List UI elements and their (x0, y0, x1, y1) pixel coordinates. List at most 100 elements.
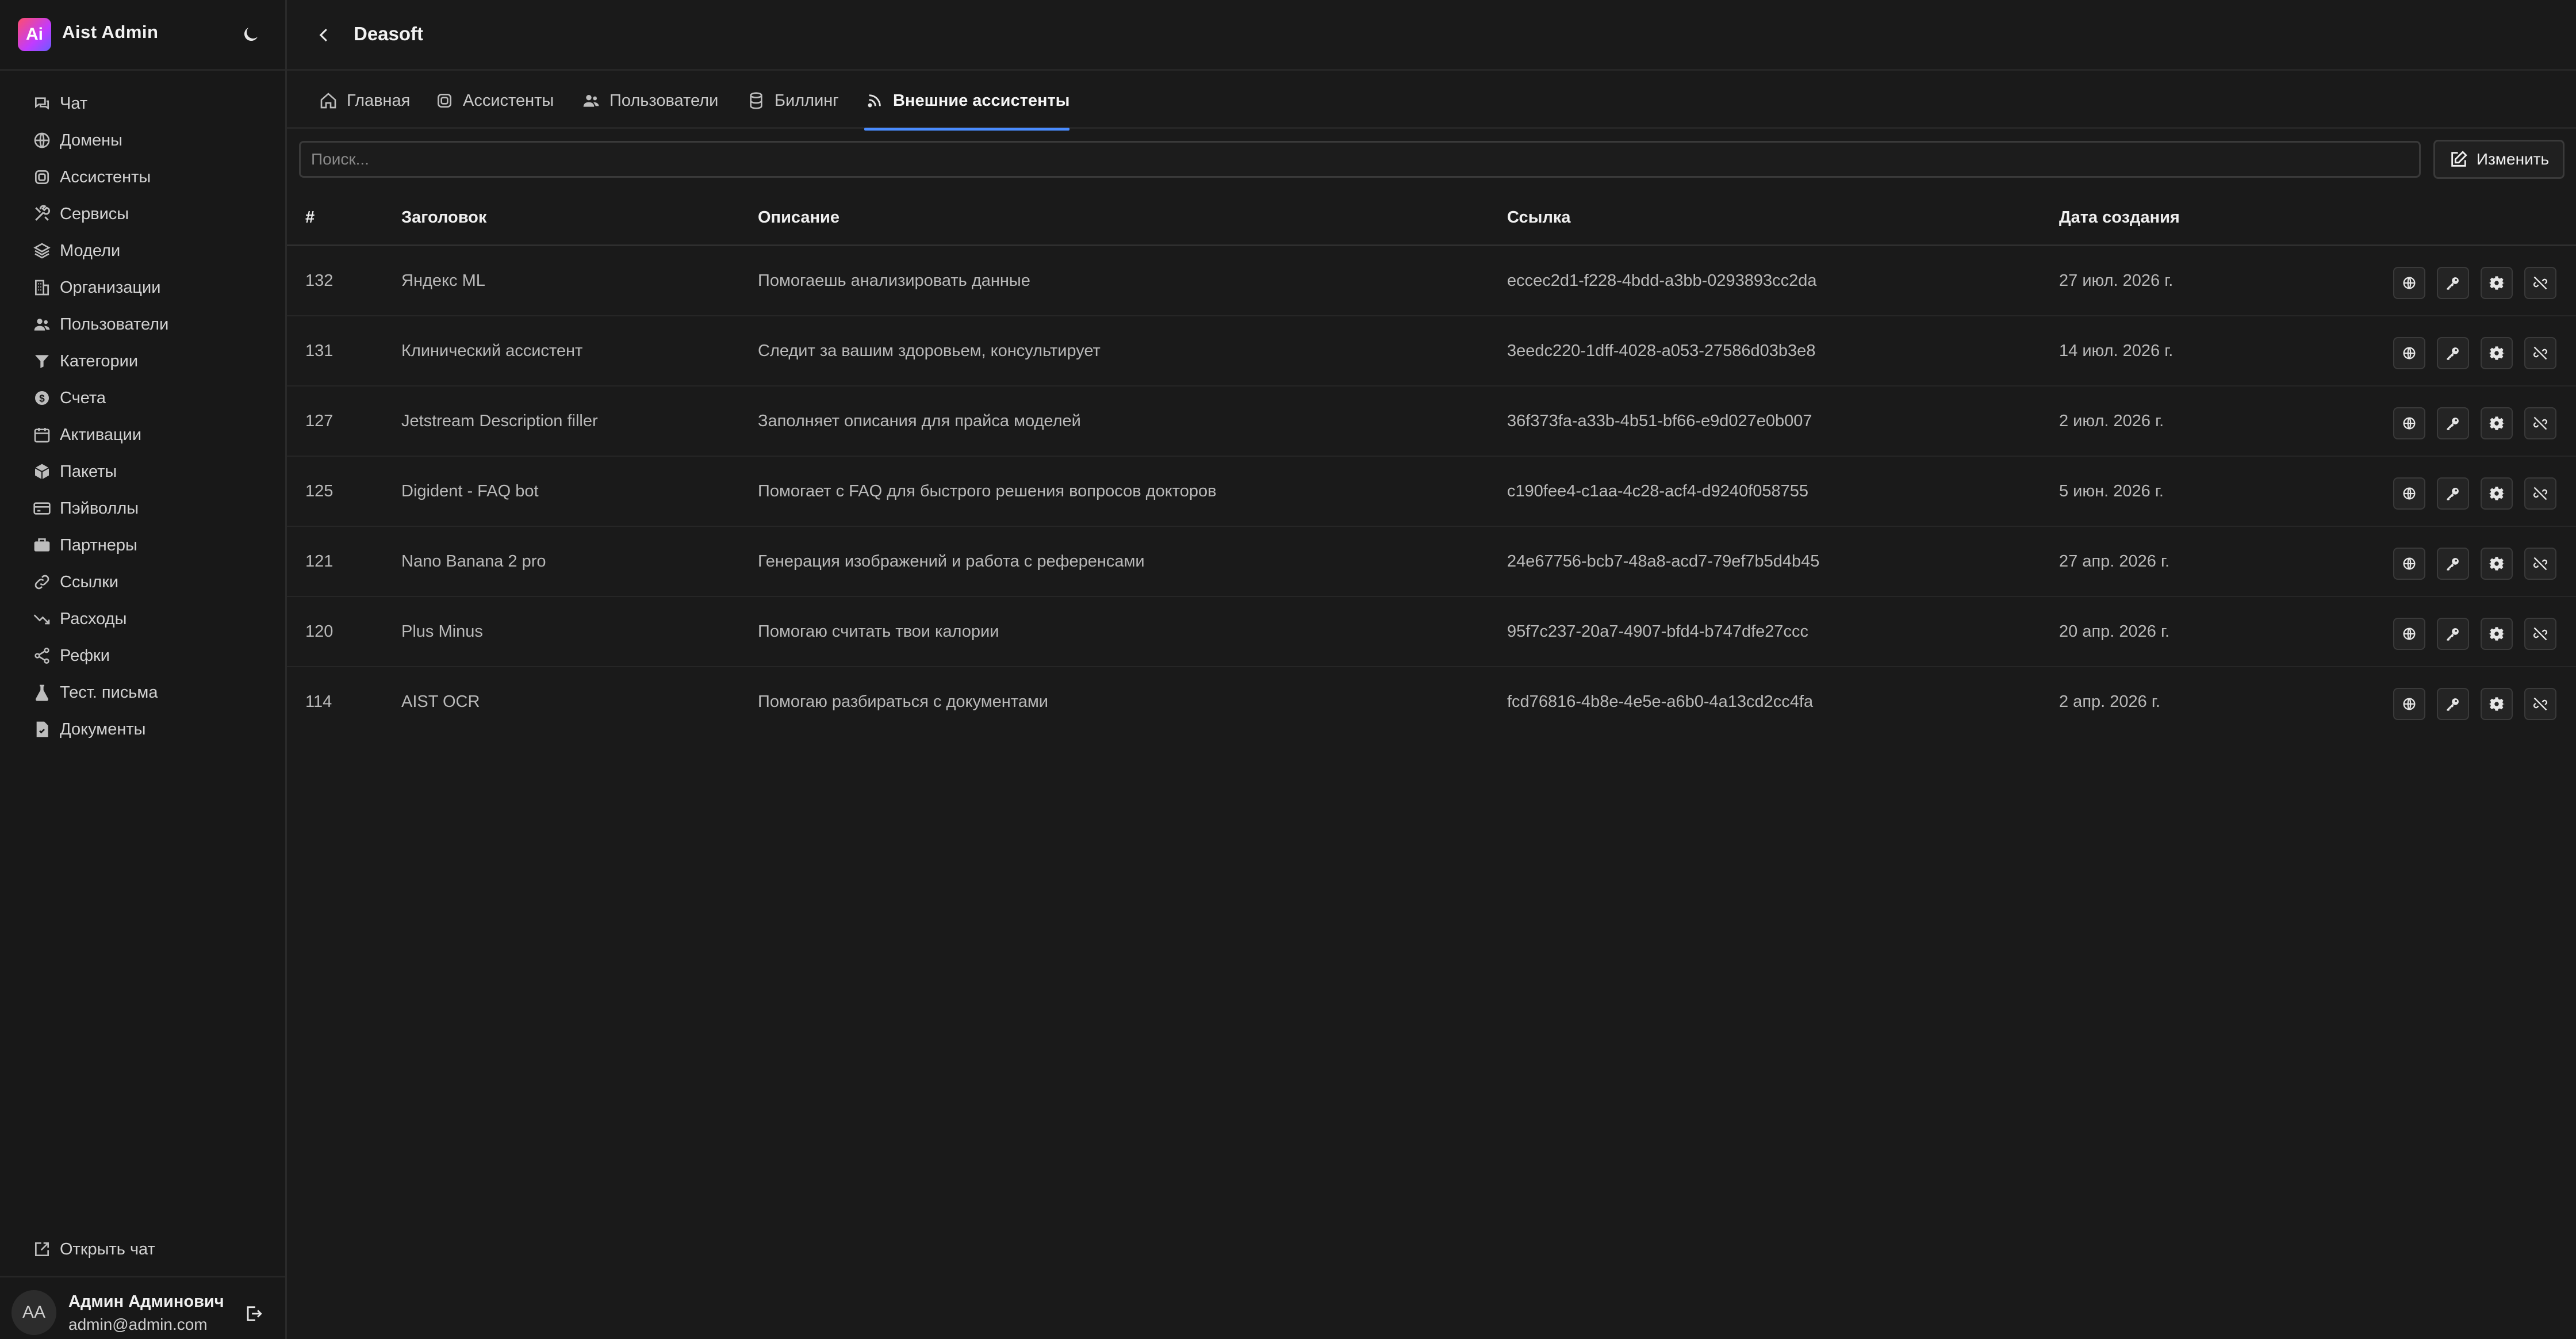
tab-external-assistants[interactable]: Внешние ассистенты (864, 72, 1070, 131)
sidebar-item-referrals[interactable]: Рефки (0, 637, 285, 674)
sidebar-item-test-emails[interactable]: Тест. письма (0, 674, 285, 711)
sidebar-item-label: Категории (60, 351, 139, 370)
key-button[interactable] (2437, 267, 2469, 299)
row-actions (2393, 267, 2568, 299)
trend-down-icon (31, 608, 53, 630)
settings-button[interactable] (2481, 618, 2513, 650)
key-button[interactable] (2437, 548, 2469, 580)
tab-home[interactable]: Главная (318, 72, 410, 129)
globe-icon (2403, 417, 2416, 430)
tab-users[interactable]: Пользователи (581, 72, 718, 129)
unlink-button[interactable] (2524, 618, 2556, 650)
globe-button[interactable] (2393, 688, 2425, 720)
gear-icon (2489, 487, 2505, 500)
table-row[interactable]: 121 Nano Banana 2 pro Генерация изображе… (287, 527, 2576, 597)
settings-button[interactable] (2481, 267, 2513, 299)
globe-icon (2403, 628, 2416, 640)
column-header-title: Заголовок (401, 208, 487, 227)
table-row[interactable]: 131 Клинический ассистент Следит за ваши… (287, 316, 2576, 387)
sidebar-item-partners[interactable]: Партнеры (0, 527, 285, 564)
avatar[interactable]: AA (12, 1290, 56, 1335)
sidebar-item-chat[interactable]: Чат (0, 85, 285, 122)
sidebar-item-activations[interactable]: Активации (0, 416, 285, 453)
table-row[interactable]: 125 Digident - FAQ bot Помогает с FAQ дл… (287, 457, 2576, 527)
sidebar-item-label: Домены (60, 131, 123, 150)
users-icon (581, 90, 601, 111)
home-icon (318, 90, 339, 111)
sidebar-item-invoices[interactable]: $ Счета (0, 380, 285, 416)
tab-assistants[interactable]: Ассистенты (434, 72, 554, 129)
settings-button[interactable] (2481, 548, 2513, 580)
globe-button[interactable] (2393, 267, 2425, 299)
sidebar-item-label: Организации (60, 278, 161, 297)
unlink-button[interactable] (2524, 477, 2556, 510)
sidebar-item-organizations[interactable]: Организации (0, 269, 285, 306)
sidebar-item-paywalls[interactable]: Пэйволлы (0, 490, 285, 527)
brand-header: Ai Aist Admin (0, 0, 285, 71)
unlink-button[interactable] (2524, 407, 2556, 439)
sidebar-item-label: Партнеры (60, 535, 137, 554)
cell-created: 20 апр. 2026 г. (2059, 622, 2170, 641)
sidebar-item-packages[interactable]: Пакеты (0, 453, 285, 490)
key-button[interactable] (2437, 477, 2469, 510)
cpu-icon (31, 166, 53, 188)
sidebar-item-assistants[interactable]: Ассистенты (0, 159, 285, 196)
unlink-button[interactable] (2524, 267, 2556, 299)
gear-icon (2489, 346, 2505, 360)
table-row[interactable]: 132 Яндекс ML Помогаешь анализировать да… (287, 246, 2576, 316)
cell-created: 27 апр. 2026 г. (2059, 552, 2170, 571)
key-button[interactable] (2437, 618, 2469, 650)
sidebar-item-expenses[interactable]: Расходы (0, 600, 285, 637)
unlink-icon (2533, 416, 2547, 430)
globe-button[interactable] (2393, 548, 2425, 580)
cell-created: 2 апр. 2026 г. (2059, 693, 2160, 711)
sidebar-item-links[interactable]: Ссылки (0, 564, 285, 600)
logout-button[interactable] (241, 1302, 266, 1326)
theme-toggle-button[interactable] (237, 21, 264, 48)
unlink-button[interactable] (2524, 548, 2556, 580)
sidebar-item-categories[interactable]: Категории (0, 343, 285, 380)
globe-button[interactable] (2393, 337, 2425, 369)
sidebar-item-label: Рефки (60, 646, 110, 665)
sidebar-item-users[interactable]: Пользователи (0, 306, 285, 343)
cell-id: 121 (305, 552, 334, 571)
sidebar-item-documents[interactable]: Документы (0, 711, 285, 748)
unlink-button[interactable] (2524, 688, 2556, 720)
user-name: Админ Админович (68, 1292, 224, 1311)
cell-description: Помогаю считать твои калории (758, 622, 999, 641)
tab-label: Внешние ассистенты (893, 91, 1070, 110)
briefcase-icon (31, 534, 53, 556)
tab-billing[interactable]: Биллинг (746, 72, 839, 129)
sidebar-item-label: Расходы (60, 609, 127, 628)
back-button[interactable] (311, 22, 338, 48)
gear-icon (2489, 627, 2505, 641)
sidebar-item-services[interactable]: Сервисы (0, 196, 285, 232)
key-button[interactable] (2437, 337, 2469, 369)
globe-button[interactable] (2393, 477, 2425, 510)
globe-button[interactable] (2393, 618, 2425, 650)
search-input[interactable] (299, 141, 2421, 178)
cell-title: Jetstream Description filler (401, 412, 598, 430)
table-row[interactable]: 114 AIST OCR Помогаю разбираться с докум… (287, 667, 2576, 737)
gear-icon (2489, 416, 2505, 430)
box-icon (31, 461, 53, 483)
key-button[interactable] (2437, 688, 2469, 720)
key-button[interactable] (2437, 407, 2469, 439)
sidebar-item-domains[interactable]: Домены (0, 122, 285, 159)
key-icon (2447, 628, 2459, 641)
table-row[interactable]: 127 Jetstream Description filler Заполня… (287, 387, 2576, 457)
globe-icon (31, 129, 53, 151)
table-row[interactable]: 120 Plus Minus Помогаю считать твои кало… (287, 597, 2576, 667)
unlink-button[interactable] (2524, 337, 2556, 369)
settings-button[interactable] (2481, 407, 2513, 439)
settings-button[interactable] (2481, 337, 2513, 369)
settings-button[interactable] (2481, 688, 2513, 720)
open-chat-link[interactable]: Открыть чат (0, 1231, 285, 1268)
user-profile: AA Админ Админович admin@admin.com (0, 1276, 285, 1339)
cpu-icon (434, 90, 455, 111)
sidebar-item-models[interactable]: Модели (0, 232, 285, 269)
edit-button[interactable]: Изменить (2433, 140, 2564, 179)
globe-button[interactable] (2393, 407, 2425, 439)
settings-button[interactable] (2481, 477, 2513, 510)
row-actions (2393, 688, 2568, 720)
